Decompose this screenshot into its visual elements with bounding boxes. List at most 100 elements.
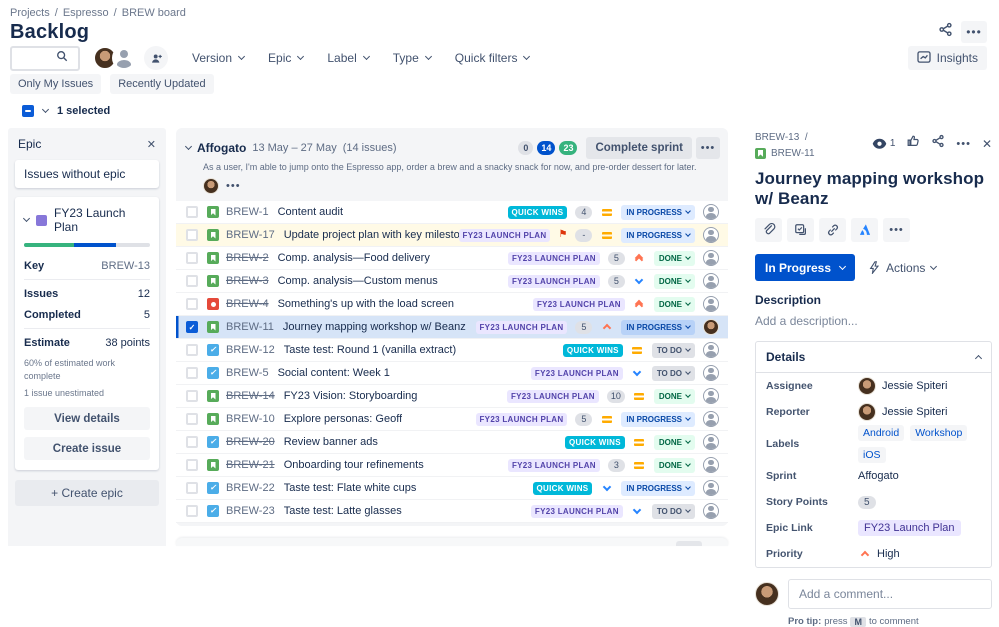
issue-title[interactable]: Taste test: Flate white cups bbox=[284, 482, 417, 494]
insights-button[interactable]: Insights bbox=[907, 46, 987, 70]
issue-title[interactable]: FY23 Vision: Storyboarding bbox=[284, 390, 418, 402]
issue-title[interactable]: Content audit bbox=[278, 206, 343, 218]
quick-filter-recently-updated[interactable]: Recently Updated bbox=[110, 74, 214, 94]
status-dropdown[interactable]: TO DO bbox=[651, 503, 695, 519]
status-dropdown[interactable]: DONE bbox=[653, 457, 695, 473]
status-dropdown[interactable]: DONE bbox=[653, 250, 695, 266]
row-checkbox[interactable] bbox=[186, 275, 198, 287]
estimate-badge[interactable]: 5 bbox=[575, 412, 593, 426]
assignee-avatar[interactable] bbox=[703, 434, 719, 450]
row-checkbox[interactable] bbox=[186, 298, 198, 310]
issue-row[interactable]: BREW-3 Comp. analysis—Custom menus FY23 … bbox=[176, 270, 728, 293]
row-checkbox[interactable] bbox=[186, 459, 198, 471]
link-icon[interactable] bbox=[819, 218, 846, 242]
label-chip-android[interactable]: Android bbox=[858, 425, 905, 441]
atlassian-icon[interactable] bbox=[851, 218, 878, 242]
epic-collapse-chevron-icon[interactable] bbox=[22, 214, 31, 223]
issue-row[interactable]: BREW-17 Update project plan with key mil… bbox=[176, 224, 728, 247]
estimate-badge[interactable]: 5 bbox=[607, 274, 625, 288]
priority-value[interactable]: High bbox=[877, 548, 900, 560]
assignee-avatar[interactable] bbox=[703, 503, 719, 519]
sprint-avatar-more-button[interactable]: ••• bbox=[226, 180, 241, 192]
board-more-button[interactable]: ••• bbox=[961, 21, 987, 43]
status-dropdown[interactable]: IN PROGRESS bbox=[621, 227, 695, 243]
assignee-avatar[interactable] bbox=[703, 227, 719, 243]
issue-detail-title[interactable]: Journey mapping workshop w/ Beanz bbox=[755, 169, 992, 209]
issue-title[interactable]: Something's up with the load screen bbox=[278, 298, 454, 310]
issue-title[interactable]: Comp. analysis—Food delivery bbox=[278, 252, 430, 264]
label-chip-workshop[interactable]: Workshop bbox=[910, 425, 968, 441]
description-placeholder[interactable]: Add a description... bbox=[755, 314, 992, 328]
estimate-badge[interactable]: - bbox=[575, 228, 593, 242]
epic-name[interactable]: FY23 Launch Plan bbox=[54, 206, 150, 234]
assignee-avatar[interactable] bbox=[703, 250, 719, 266]
epic-label-chip[interactable]: FY23 LAUNCH PLAN bbox=[507, 458, 600, 472]
epic-label-chip[interactable]: FY23 LAUNCH PLAN bbox=[506, 389, 599, 403]
epic-link-value[interactable]: FY23 Launch Plan bbox=[858, 520, 961, 536]
sprint-name[interactable]: Affogato bbox=[197, 141, 246, 155]
epic-label-chip[interactable]: FY23 LAUNCH PLAN bbox=[530, 366, 623, 380]
row-checkbox[interactable] bbox=[186, 482, 198, 494]
avatar-default[interactable] bbox=[112, 46, 136, 70]
board-search[interactable] bbox=[10, 45, 80, 71]
assignee-avatar[interactable] bbox=[703, 480, 719, 496]
search-input[interactable] bbox=[12, 52, 56, 64]
issue-title[interactable]: Review banner ads bbox=[284, 436, 378, 448]
epic-label-chip[interactable]: QUICK WINS bbox=[562, 343, 623, 357]
status-dropdown[interactable]: IN PROGRESS bbox=[621, 411, 695, 427]
quick-filter-only-my-issues[interactable]: Only My Issues bbox=[10, 74, 102, 94]
issue-key-crumb[interactable]: BREW-11 bbox=[771, 146, 815, 162]
add-child-issue-icon[interactable] bbox=[787, 218, 814, 242]
estimate-badge[interactable]: 3 bbox=[607, 458, 625, 472]
status-dropdown[interactable]: TO DO bbox=[651, 365, 695, 381]
issue-row[interactable]: ✓ BREW-5 Social content: Week 1 FY23 LAU… bbox=[176, 362, 728, 385]
epic-label-chip[interactable]: FY23 LAUNCH PLAN bbox=[507, 274, 600, 288]
sprint-value[interactable]: Affogato bbox=[858, 470, 899, 482]
row-checkbox[interactable] bbox=[186, 321, 198, 333]
row-checkbox[interactable] bbox=[186, 413, 198, 425]
status-dropdown[interactable]: DONE bbox=[653, 434, 695, 450]
breadcrumb-projects[interactable]: Projects bbox=[10, 7, 50, 19]
assignee-avatar[interactable] bbox=[703, 273, 719, 289]
close-icon[interactable]: ✕ bbox=[982, 137, 992, 151]
estimate-badge[interactable]: 10 bbox=[606, 389, 625, 403]
status-dropdown[interactable]: IN PROGRESS bbox=[621, 480, 695, 496]
row-checkbox[interactable] bbox=[186, 252, 198, 264]
assignee-avatar[interactable] bbox=[703, 388, 719, 404]
parent-epic-link[interactable]: BREW-13 bbox=[755, 132, 799, 143]
more-actions-icon[interactable]: ••• bbox=[883, 218, 910, 242]
like-icon[interactable] bbox=[906, 134, 920, 153]
sprint-more-button[interactable]: ••• bbox=[696, 137, 720, 159]
filter-dropdown-version[interactable]: Version bbox=[192, 51, 246, 65]
row-checkbox[interactable] bbox=[186, 229, 198, 241]
issue-row[interactable]: BREW-21 Onboarding tour refinements FY23… bbox=[176, 454, 728, 477]
view-details-button[interactable]: View details bbox=[24, 407, 150, 431]
issue-title[interactable]: Update project plan with key milestones bbox=[284, 229, 459, 241]
breadcrumb-brew-board[interactable]: BREW board bbox=[122, 7, 186, 19]
row-checkbox[interactable] bbox=[186, 390, 198, 402]
epic-label-chip[interactable]: FY23 LAUNCH PLAN bbox=[532, 297, 625, 311]
row-checkbox[interactable] bbox=[186, 367, 198, 379]
epic-label-chip[interactable]: FY23 LAUNCH PLAN bbox=[475, 412, 568, 426]
epic-label-chip[interactable]: QUICK WINS bbox=[532, 481, 593, 495]
reporter-value[interactable]: Jessie Spiteri bbox=[882, 406, 947, 418]
issue-title[interactable]: Journey mapping workshop w/ Beanz bbox=[283, 321, 466, 333]
epic-label-chip[interactable]: FY23 LAUNCH PLAN bbox=[458, 228, 551, 242]
complete-sprint-button[interactable]: Complete sprint bbox=[586, 137, 692, 159]
details-card-header[interactable]: Details bbox=[756, 342, 991, 373]
assignee-avatar[interactable] bbox=[703, 204, 719, 220]
assignee-avatar[interactable] bbox=[703, 411, 719, 427]
assignee-avatar[interactable] bbox=[703, 342, 719, 358]
issue-row[interactable]: BREW-1 Content audit QUICK WINS 4 IN PRO… bbox=[176, 201, 728, 224]
assignee-value[interactable]: Jessie Spiteri bbox=[882, 380, 947, 392]
issue-row[interactable]: ✓ BREW-12 Taste test: Round 1 (vanilla e… bbox=[176, 339, 728, 362]
breadcrumb-espresso[interactable]: Espresso bbox=[63, 7, 109, 19]
epic-panel-close-icon[interactable]: ✕ bbox=[147, 138, 156, 151]
estimate-badge[interactable]: 5 bbox=[607, 251, 625, 265]
estimate-badge[interactable]: 5 bbox=[575, 320, 593, 334]
status-dropdown[interactable]: DONE bbox=[653, 388, 695, 404]
bulk-select-checkbox[interactable] bbox=[22, 105, 34, 117]
assignee-avatar[interactable] bbox=[703, 319, 719, 335]
row-checkbox[interactable] bbox=[186, 206, 198, 218]
story-points-value[interactable]: 5 bbox=[858, 495, 876, 509]
